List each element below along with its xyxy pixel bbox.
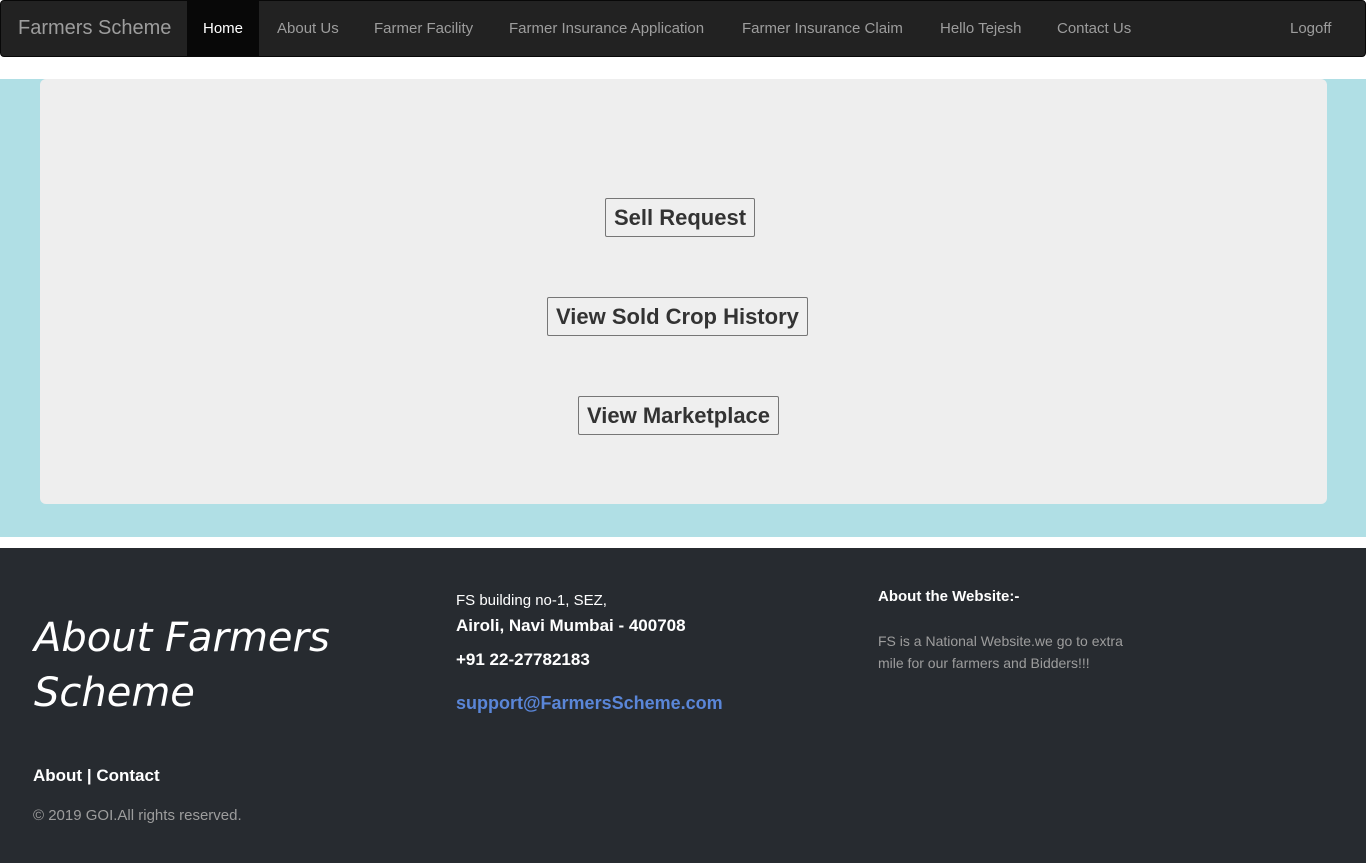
copyright-text: © 2019 GOI.All rights reserved. xyxy=(33,807,242,824)
actions-panel: Sell Request View Sold Crop History View… xyxy=(40,79,1327,504)
phone-number: +91 22-27782183 xyxy=(456,650,590,669)
footer-contact-link[interactable]: Contact xyxy=(96,766,159,785)
logoff-link[interactable]: Logoff xyxy=(1290,1,1331,56)
brand-link[interactable]: Farmers Scheme xyxy=(18,1,171,56)
address-line-2: Airoli, Navi Mumbai - 400708 xyxy=(456,616,686,635)
view-marketplace-button[interactable]: View Marketplace xyxy=(578,396,780,435)
footer-link-separator: | xyxy=(86,766,92,785)
footer-links: About | Contact xyxy=(33,766,160,786)
nav-farmer-insurance-claim[interactable]: Farmer Insurance Claim xyxy=(742,1,903,56)
nav-farmer-insurance-application[interactable]: Farmer Insurance Application xyxy=(509,1,704,56)
support-email-link[interactable]: support@FarmersScheme.com xyxy=(456,693,723,714)
nav-about-us[interactable]: About Us xyxy=(277,1,339,56)
footer: About Farmers Scheme About | Contact © 2… xyxy=(0,548,1366,863)
footer-title: About Farmers Scheme xyxy=(34,615,330,716)
address-line-1: FS building no-1, SEZ, xyxy=(456,592,607,609)
top-navbar: Farmers Scheme Home About Us Farmer Faci… xyxy=(0,0,1366,57)
nav-home[interactable]: Home xyxy=(187,1,260,56)
view-sold-crop-history-button[interactable]: View Sold Crop History xyxy=(547,297,808,336)
main-section: Sell Request View Sold Crop History View… xyxy=(0,79,1366,537)
nav-hello-user[interactable]: Hello Tejesh xyxy=(940,1,1021,56)
nav-contact-us[interactable]: Contact Us xyxy=(1057,1,1131,56)
footer-about-link[interactable]: About xyxy=(33,766,82,785)
about-website-text: FS is a National Website.we go to extra … xyxy=(878,633,1123,671)
about-website-heading: About the Website:- xyxy=(878,588,1020,605)
nav-farmer-facility[interactable]: Farmer Facility xyxy=(374,1,473,56)
sell-request-button[interactable]: Sell Request xyxy=(605,198,756,237)
